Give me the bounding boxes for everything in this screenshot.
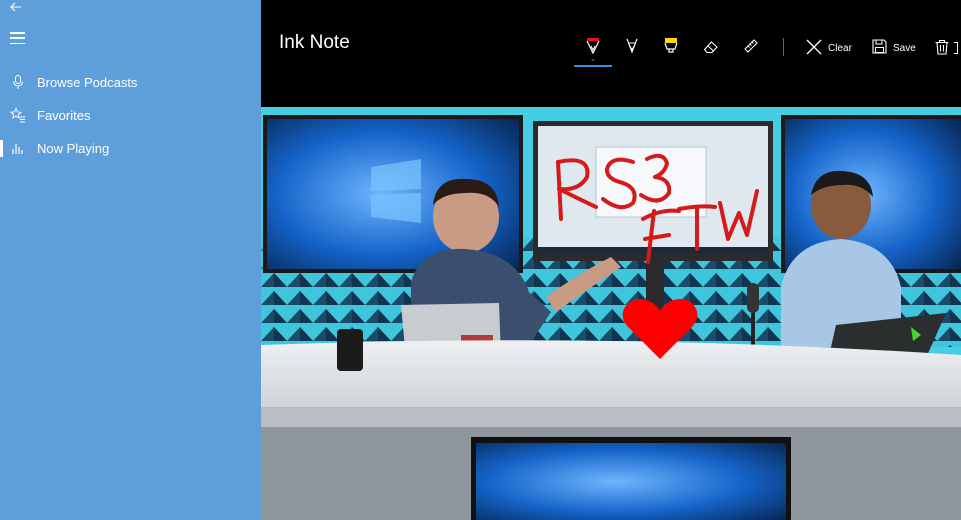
ruler-icon (743, 38, 759, 59)
pencil-tool[interactable] (612, 30, 652, 66)
navigation-pane: Browse Podcasts Favorites Now Playing (0, 0, 261, 520)
video-scene (261, 107, 961, 520)
close-icon (806, 39, 828, 58)
eraser-tool[interactable] (691, 30, 731, 66)
save-button[interactable]: Save (872, 38, 916, 58)
nav-item-label: Now Playing (37, 141, 110, 156)
page-title: Ink Note (279, 32, 350, 53)
video-frame[interactable] (261, 107, 961, 520)
nav-list: Browse Podcasts Favorites Now Playing (0, 66, 261, 165)
nav-item-label: Browse Podcasts (37, 75, 138, 90)
more-delete-indicator (954, 42, 958, 54)
clear-button[interactable]: Clear (806, 38, 852, 58)
nav-item-favorites[interactable]: Favorites (0, 99, 261, 132)
clear-label: Clear (828, 42, 852, 54)
hamburger-icon[interactable] (10, 32, 25, 44)
chevron-down-icon: ⌄ (589, 54, 597, 63)
main-content: Ink Note ⌄ Clear Save (261, 0, 961, 520)
highlighter-icon (663, 37, 679, 60)
back-arrow-icon[interactable] (8, 0, 24, 14)
equalizer-icon (10, 140, 26, 156)
toolbar-divider (783, 38, 784, 56)
delete-button[interactable] (934, 38, 958, 58)
highlighter-tool[interactable] (651, 30, 691, 66)
nav-item-label: Favorites (37, 108, 91, 123)
star-list-icon (9, 107, 26, 123)
pencil-icon (624, 37, 640, 60)
ballpoint-pen-tool[interactable]: ⌄ (573, 30, 613, 67)
nav-item-now-playing[interactable]: Now Playing (0, 132, 261, 165)
trash-icon (934, 39, 956, 58)
eraser-icon (703, 38, 719, 59)
ruler-tool[interactable] (731, 30, 771, 66)
microphone-icon (10, 74, 26, 90)
nav-item-browse-podcasts[interactable]: Browse Podcasts (0, 66, 261, 99)
save-label: Save (893, 42, 916, 54)
save-icon (872, 39, 893, 57)
